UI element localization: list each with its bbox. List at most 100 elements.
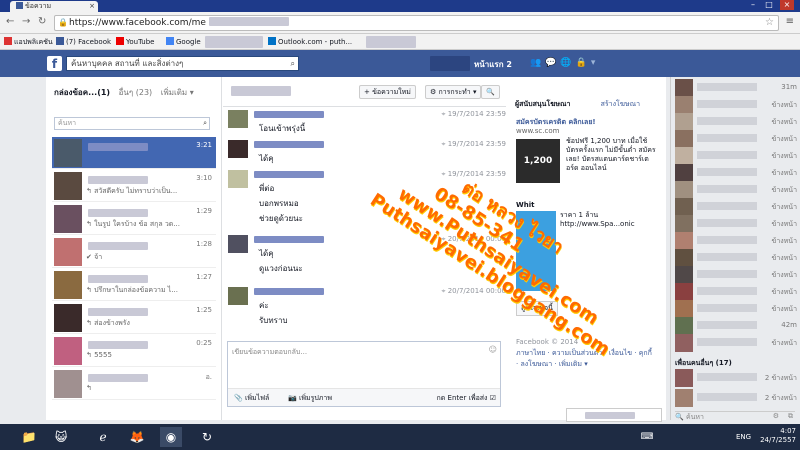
message-text: บอกพรหมอ	[259, 199, 299, 208]
chat-contact[interactable]: 42m	[675, 317, 797, 335]
sponsored-label: ผู้สนับสนุนโฆษณา	[515, 100, 571, 108]
conversation-item[interactable]: 0:25 ↰ 5555	[52, 335, 216, 367]
chat-contact[interactable]: ข้างหน้า	[675, 232, 797, 250]
facebook-logo-icon[interactable]: f	[47, 56, 62, 71]
contact-name	[88, 143, 148, 151]
reload-icon[interactable]: ↻	[38, 16, 46, 27]
chat-contact[interactable]: 2 ข้างหน้า	[675, 389, 797, 407]
chrome-icon[interactable]: ◉	[160, 427, 182, 447]
chat-contact[interactable]: ข้างหน้า	[675, 334, 797, 352]
inbox-tab[interactable]: กล่องข้อค...(1)	[54, 88, 110, 97]
maximize-icon[interactable]: □	[762, 0, 776, 10]
chat-tab[interactable]	[566, 408, 662, 422]
chat-contact[interactable]: ข้างหน้า	[675, 96, 797, 114]
create-ad-link[interactable]: สร้างโฆษณา	[601, 99, 640, 110]
chat-contact[interactable]: ข้างหน้า	[675, 283, 797, 301]
contact-name	[697, 304, 757, 312]
conversation-item[interactable]: 1:28 ✔ จ้า	[52, 236, 216, 268]
ad1-image[interactable]: 1,200	[516, 139, 560, 183]
app2-icon[interactable]: ↻	[196, 427, 218, 447]
conversation-item[interactable]: 3:21	[52, 137, 216, 169]
add-file-button[interactable]: 📎 เพิ่มไฟล์	[234, 389, 269, 407]
facebook-search-input[interactable]: ค้นหาบุคคล สถานที่ และสิ่งต่างๆ ⌕	[66, 56, 299, 71]
chat-contact[interactable]: ข้างหน้า	[675, 130, 797, 148]
avatar	[675, 317, 693, 335]
actions-button[interactable]: ⚙ การกระทำ ▾	[425, 85, 482, 99]
chat-contact[interactable]: ข้างหน้า	[675, 215, 797, 233]
clock[interactable]: 4:07 24/7/2557	[760, 427, 796, 445]
message-text: โอนเข้าพรุ่งนี้	[259, 124, 306, 133]
settings-icon[interactable]: ⚙	[773, 412, 779, 420]
ad2-title[interactable]: Whit	[516, 201, 534, 209]
message-text: ได้คุ	[259, 249, 274, 258]
keyboard-icon[interactable]: ⌨	[636, 427, 658, 447]
chat-contact[interactable]: 31m	[675, 79, 797, 97]
conversation-item[interactable]: 3:10 ↰ สวัสดีครับ ไม่ทราบว่าเป็น...	[52, 170, 216, 202]
bookmark-outlook[interactable]: Outlook.com - puth...	[268, 34, 352, 50]
chat-contact[interactable]: ข้างหน้า	[675, 249, 797, 267]
chat-contact[interactable]: 2 ข้างหน้า	[675, 369, 797, 387]
notification-icons[interactable]: 👥💬🌐🔒▾	[530, 58, 599, 68]
sender-name	[254, 171, 324, 178]
search-icon[interactable]: ⌕	[291, 57, 295, 70]
chat-status: ข้างหน้า	[771, 305, 797, 313]
minimize-icon[interactable]: –	[746, 0, 760, 10]
chat-status: ข้างหน้า	[771, 254, 797, 262]
inbox-search-input[interactable]: ค้นหา ⌕	[54, 117, 210, 130]
other-tab[interactable]: อื่นๆ (23)	[119, 88, 153, 97]
chat-contact[interactable]: ข้างหน้า	[675, 181, 797, 199]
ad1-url[interactable]: www.sc.com	[516, 127, 559, 135]
more-dropdown[interactable]: เพิ่มเติม ▾	[161, 88, 194, 97]
contact-name	[697, 236, 757, 244]
conversation-item[interactable]: อ. ↰	[52, 368, 216, 400]
back-icon[interactable]: ←	[6, 16, 14, 27]
reply-box[interactable]: เขียนข้อความตอบกลับ... ☺ 📎 เพิ่มไฟล์ 📷 เ…	[227, 341, 501, 407]
contact-name	[88, 176, 148, 184]
chat-contact[interactable]: ข้างหน้า	[675, 300, 797, 318]
lock-icon: 🔒	[58, 18, 68, 27]
app-icon[interactable]: 😺	[50, 427, 72, 447]
chat-contact[interactable]: ข้างหน้า	[675, 198, 797, 216]
close-window-icon[interactable]: ×	[780, 0, 794, 10]
avatar	[675, 215, 693, 233]
chat-contact[interactable]: ข้างหน้า	[675, 113, 797, 131]
language-indicator[interactable]: ENG	[736, 433, 751, 441]
avatar	[675, 249, 693, 267]
search-icon[interactable]: ⌕	[203, 118, 207, 129]
bookmark-youtube[interactable]: YouTube	[116, 34, 154, 50]
avatar	[54, 205, 82, 233]
chat-contact[interactable]: ข้างหน้า	[675, 266, 797, 284]
bookmark-star-icon[interactable]: ☆	[765, 16, 774, 30]
browser-tab[interactable]: ข้อความ ×	[10, 1, 98, 12]
bookmark-apps[interactable]: แอปพลิเคชัน	[4, 34, 53, 50]
firefox-icon[interactable]: 🦊	[126, 427, 148, 447]
conversation-item[interactable]: 1:25 ↰ ส่องข้างพรัง	[52, 302, 216, 334]
emoji-icon[interactable]: ☺	[489, 345, 497, 354]
add-photo-button[interactable]: 📷 เพิ่มรูปภาพ	[288, 389, 332, 407]
ie-icon[interactable]: ℯ	[92, 427, 114, 447]
new-message-button[interactable]: + ข้อความใหม่	[359, 85, 416, 99]
thread-search-button[interactable]: 🔍	[481, 85, 500, 99]
conversation-item[interactable]: 1:29 ↰ ในรูป ใครบ้าง ข้อ สกุล วด...	[52, 203, 216, 235]
conversation-time: 1:28	[196, 240, 212, 248]
conversation-item[interactable]: 1:27 ↰ ปรึกษาในกล่องข้อความ ไ...	[52, 269, 216, 301]
home-link[interactable]: หน้าแรก 2	[474, 58, 512, 71]
bookmark-google[interactable]: Google	[166, 34, 201, 50]
footer-links[interactable]: ภาษาไทย · ความเป็นส่วนตัว · เงื่อนไข · ค…	[516, 348, 656, 370]
chat-contact[interactable]: ข้างหน้า	[675, 164, 797, 182]
conversation-preview: ✔ จ้า	[86, 253, 103, 261]
avatar	[675, 232, 693, 250]
sender-name	[254, 111, 324, 118]
enter-to-send-checkbox[interactable]: กด Enter เพื่อส่ง ☑	[437, 389, 496, 407]
url-input[interactable]: 🔒 https://www.facebook.com/me ☆	[54, 15, 779, 31]
forward-icon[interactable]: →	[22, 16, 30, 27]
chat-contact[interactable]: ข้างหน้า	[675, 147, 797, 165]
close-tab-icon[interactable]: ×	[89, 1, 95, 12]
bookmark-facebook[interactable]: (7) Facebook	[56, 34, 111, 50]
chat-search-input[interactable]: 🔍 ค้นหา ⚙ ⧉	[675, 411, 795, 421]
file-explorer-icon[interactable]: 📁	[18, 427, 40, 447]
bookmarks-bar: แอปพลิเคชัน (7) Facebook YouTube Google …	[0, 34, 800, 50]
menu-icon[interactable]: ≡	[786, 16, 794, 27]
popout-icon[interactable]: ⧉	[788, 412, 793, 421]
chat-status: 31m	[781, 83, 797, 91]
